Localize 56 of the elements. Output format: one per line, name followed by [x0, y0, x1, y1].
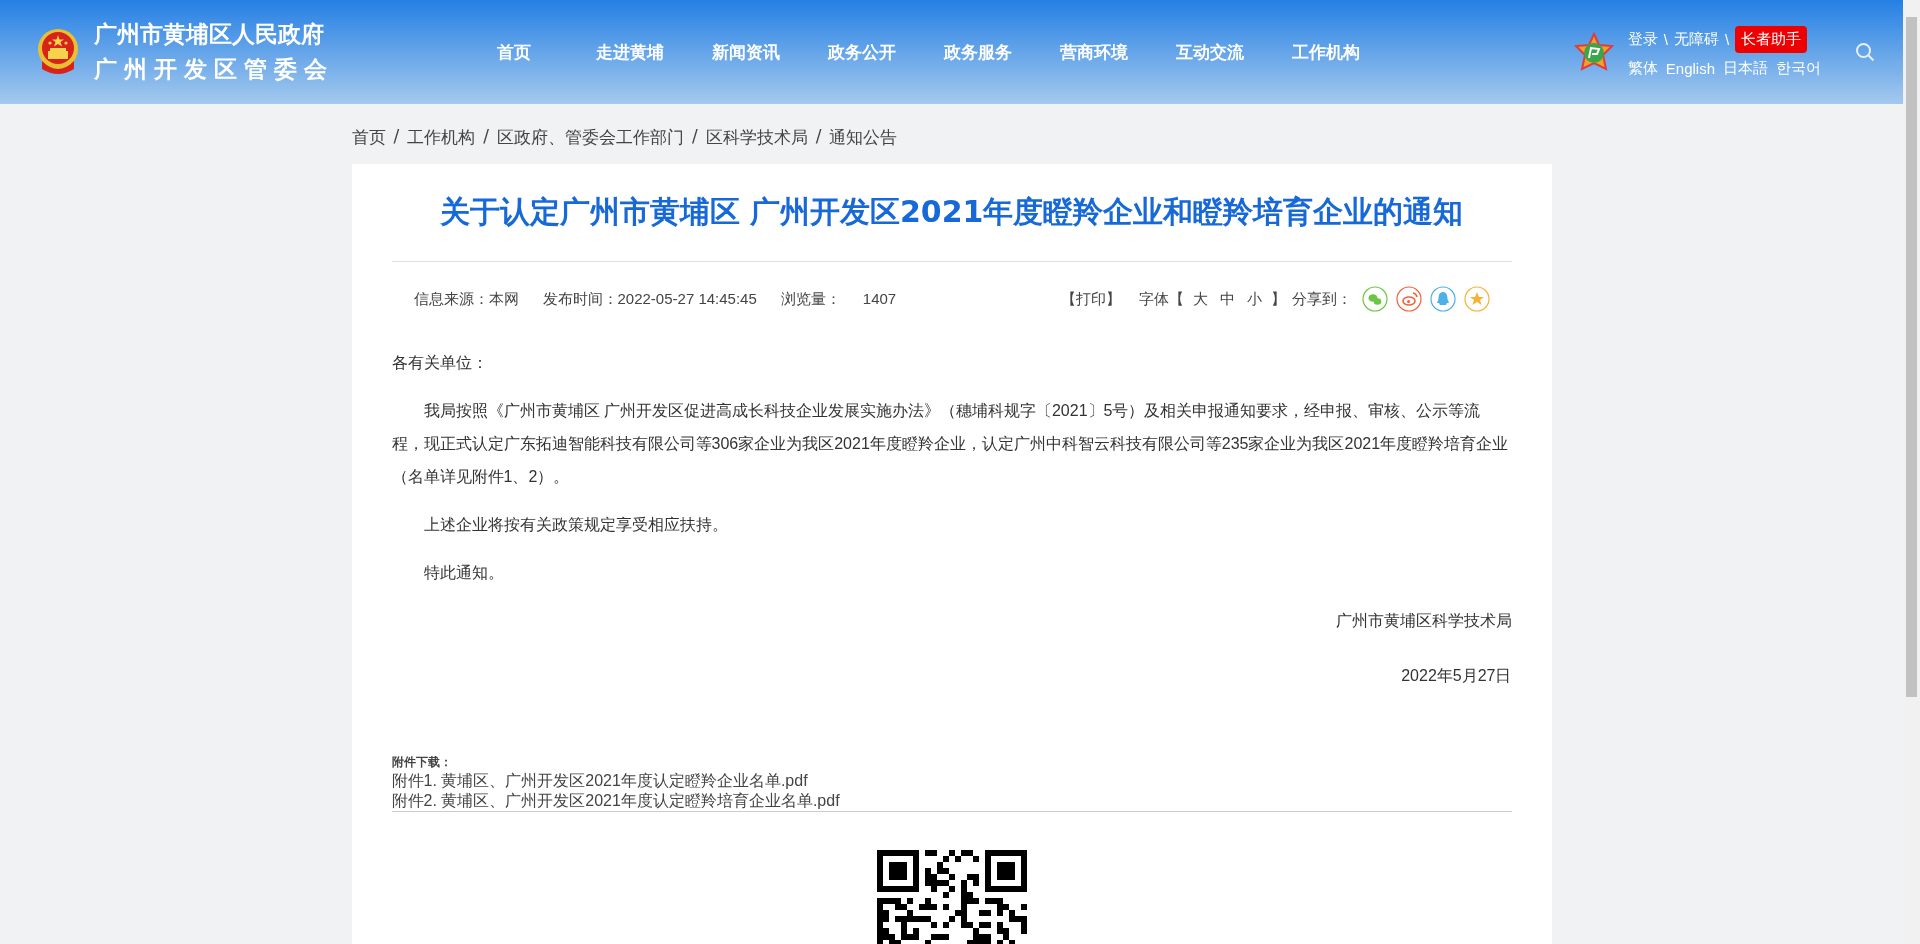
font-size-label: 字体【 [1138, 289, 1184, 309]
breadcrumb-link[interactable]: 工作机构 [407, 126, 476, 164]
breadcrumb-link[interactable]: 区科学技术局 [705, 126, 808, 164]
language-link[interactable]: 繁体 [1627, 59, 1658, 78]
attachments-label: 附件下载： [391, 754, 453, 771]
nav-link[interactable]: 走进黄埔 [572, 40, 688, 64]
signature-text: 广州市黄埔区科学技术局 [1334, 611, 1512, 631]
attachment-link[interactable]: 附件1. 黄埔区、广州开发区2021年度认定瞪羚企业名单.pdf [391, 771, 808, 791]
search-icon[interactable] [1855, 42, 1875, 62]
body-paragraph: 特此通知。 [422, 563, 505, 583]
bracket-text: 】 [1270, 289, 1286, 309]
nav-link[interactable]: 政务公开 [804, 40, 920, 64]
article-title: 关于认定广州市黄埔区 广州开发区2021年度瞪羚企业和瞪羚培育企业的通知 [391, 164, 1512, 262]
site-subname: 广州开发区管委会 [94, 55, 334, 84]
share-label: 分享到： [1291, 289, 1352, 309]
font-size-link[interactable]: 中 [1216, 289, 1238, 309]
nav-link[interactable]: 新闻资讯 [688, 40, 804, 64]
date-text: 2022年5月27日 [1400, 666, 1512, 686]
breadcrumb-separator: / [815, 126, 822, 148]
publish-time: 发布时间：2022-05-27 14:45:45 [542, 289, 757, 309]
emblem-icon [36, 27, 80, 77]
nav-link[interactable]: 营商环境 [1036, 40, 1152, 64]
wechat-icon[interactable] [1361, 286, 1388, 312]
nav-link[interactable]: 工作机构 [1268, 40, 1384, 64]
site-name: 广州市黄埔区人民政府 [94, 20, 325, 49]
body-paragraph: 上述企业将按有关政策规定享受相应扶持。 [422, 515, 729, 535]
view-count-label: 浏览量： [780, 289, 841, 309]
greeting-text: 各有关单位： [391, 353, 489, 373]
print-link[interactable]: 【打印】 [1060, 289, 1121, 309]
language-link[interactable]: 日本語 [1723, 59, 1768, 78]
source-text: 信息来源：本网 [413, 289, 519, 309]
breadcrumb-link[interactable]: 通知公告 [829, 126, 898, 164]
breadcrumb-link[interactable]: 首页 [351, 126, 386, 164]
font-size-link[interactable]: 大 [1189, 289, 1211, 309]
separator-text: \ [1663, 31, 1668, 48]
breadcrumb-separator: / [483, 126, 489, 148]
separator-text: \ [1724, 31, 1730, 48]
nav-link[interactable]: 首页 [456, 40, 572, 64]
language-link[interactable]: English [1665, 60, 1715, 77]
elder-assistant-button[interactable]: 长者助手 [1735, 26, 1808, 53]
top-link[interactable]: 无障碍 [1673, 30, 1719, 49]
breadcrumb-separator: / [691, 126, 698, 148]
star-logo-icon [1573, 32, 1614, 72]
penguin-icon[interactable] [1429, 286, 1456, 312]
language-link[interactable]: 한국어 [1776, 59, 1821, 78]
font-size-link[interactable]: 小 [1243, 289, 1265, 309]
scrollbar-thumb[interactable] [1906, 17, 1917, 697]
view-count: 1407 [862, 289, 897, 309]
nav-link[interactable]: 互动交流 [1152, 40, 1268, 64]
attachment-link[interactable]: 附件2. 黄埔区、广州开发区2021年度认定瞪羚培育企业名单.pdf [391, 791, 840, 811]
breadcrumb-separator: / [393, 126, 400, 148]
nav-link[interactable]: 政务服务 [920, 40, 1036, 64]
weibo-icon[interactable] [1395, 286, 1422, 312]
breadcrumb-link[interactable]: 区政府、管委会工作部门 [496, 126, 684, 164]
top-link[interactable]: 登录 [1627, 30, 1658, 49]
body-paragraph: 我局按照《广州市黄埔区 广州开发区促进高成长科技企业发展实施办法》（穗埔科规字〔2021〕5号）及相关申报通知要求，经申报、审核、公示等流程，现正式认定广东拓迪智能科技有限公司等306家企业为我区2021年度瞪羚企业，认定广州中科智云科技有限公司等235家企业为我区2021年度瞪羚培育企业（名单详见附件1、2）。 [391, 401, 1510, 487]
